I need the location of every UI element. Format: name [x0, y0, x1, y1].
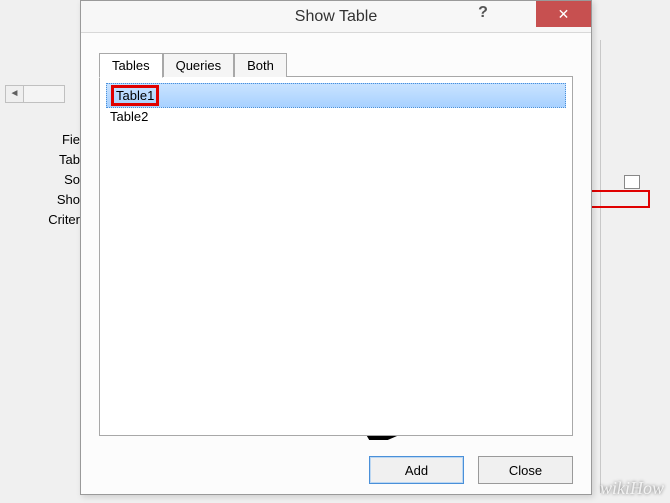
list-item-table1[interactable]: Table1: [106, 83, 566, 108]
grid-label: So: [30, 170, 80, 190]
query-grid-labels: Fie Tab So Sho Criter: [30, 130, 80, 230]
tab-both[interactable]: Both: [234, 53, 287, 77]
close-icon: ✕: [558, 6, 570, 23]
window-close-button[interactable]: ✕: [536, 1, 591, 27]
tab-tables[interactable]: Tables: [99, 53, 163, 78]
list-item-table2[interactable]: Table2: [106, 108, 566, 125]
titlebar: Show Table ? ✕: [81, 1, 591, 33]
annotation-highlight: Table1: [111, 85, 159, 106]
grid-label: Fie: [30, 130, 80, 150]
bg-checkbox: [624, 175, 640, 189]
add-button[interactable]: Add: [369, 456, 464, 484]
tab-strip: Tables Queries Both: [99, 51, 573, 77]
tab-queries[interactable]: Queries: [163, 53, 235, 77]
grid-label: Criter: [30, 210, 80, 230]
bg-highlighted-cell: [590, 190, 650, 208]
grid-label: Tab: [30, 150, 80, 170]
show-table-dialog: Show Table ? ✕ Tables Queries Both Table…: [80, 0, 592, 495]
scroll-track: [24, 86, 64, 102]
bg-scrollbar: ◄: [5, 85, 65, 103]
dialog-body: Tables Queries Both Table1 Table2: [81, 33, 591, 444]
bg-divider: [600, 40, 601, 493]
table-list[interactable]: Table1 Table2: [99, 76, 573, 436]
watermark: wikiHow: [600, 478, 664, 499]
grid-label: Sho: [30, 190, 80, 210]
help-button[interactable]: ?: [470, 4, 496, 22]
dialog-button-row: Add Close: [81, 444, 591, 498]
scroll-left-arrow-icon: ◄: [6, 86, 24, 102]
window-controls: ✕: [506, 1, 591, 29]
close-button[interactable]: Close: [478, 456, 573, 484]
dialog-title: Show Table: [295, 8, 377, 26]
